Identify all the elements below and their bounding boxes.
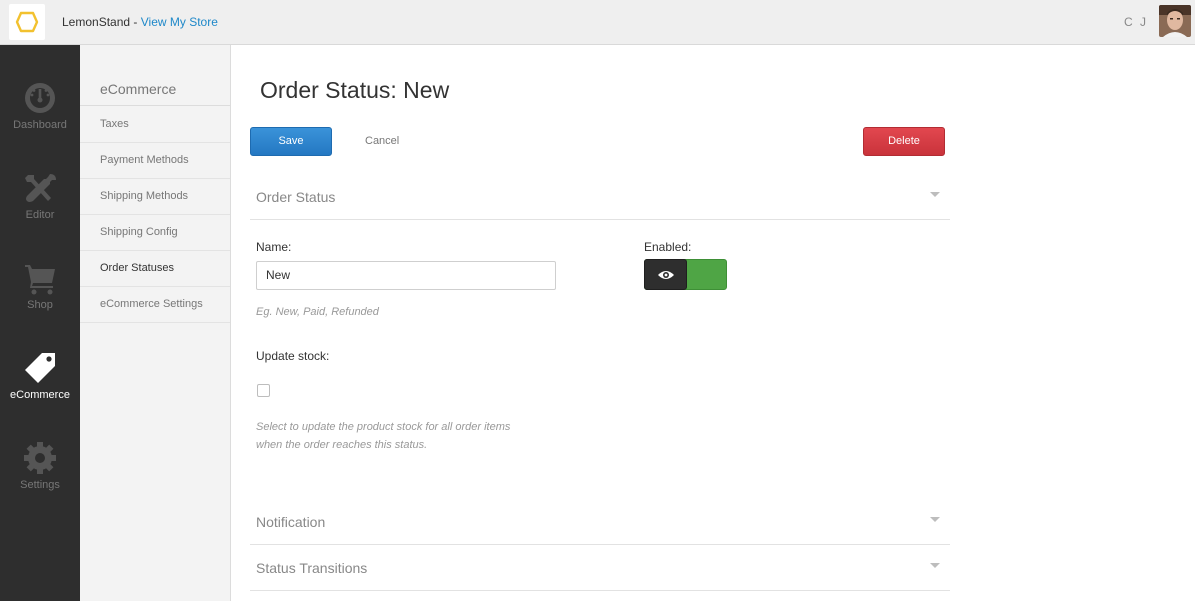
section-notification-header[interactable]: Notification bbox=[250, 499, 950, 545]
tag-icon bbox=[25, 353, 55, 383]
user-photo-icon bbox=[1159, 5, 1191, 37]
section-order-status-header[interactable]: Order Status bbox=[250, 174, 950, 220]
top-bar: LemonStand - View My Store C J bbox=[0, 0, 1195, 45]
nav-item-editor[interactable]: Editor bbox=[0, 171, 80, 241]
toggle-knob bbox=[644, 259, 687, 290]
nav-label-editor: Editor bbox=[25, 209, 55, 221]
brand-separator: - bbox=[130, 15, 141, 29]
brand-area: LemonStand - View My Store bbox=[62, 15, 218, 29]
user-initials[interactable]: C J bbox=[1124, 15, 1148, 29]
subnav-list: Taxes Payment Methods Shipping Methods S… bbox=[80, 107, 230, 323]
subnav-item-order-statuses[interactable]: Order Statuses bbox=[80, 251, 230, 287]
page-title: Order Status: New bbox=[260, 77, 450, 103]
lemon-logo-icon bbox=[15, 11, 39, 33]
gear-icon bbox=[24, 442, 56, 474]
update-stock-hint-line2: when the order reaches this status. bbox=[256, 439, 428, 451]
update-stock-hint: Select to update the product stock for a… bbox=[256, 418, 510, 454]
chevron-down-icon bbox=[930, 563, 940, 568]
nav-item-settings[interactable]: Settings bbox=[0, 441, 80, 511]
nav-item-shop[interactable]: Shop bbox=[0, 261, 80, 331]
brand-name: LemonStand bbox=[62, 15, 131, 29]
avatar[interactable] bbox=[1159, 5, 1191, 37]
tools-icon bbox=[25, 174, 56, 202]
name-label: Name: bbox=[256, 240, 292, 254]
subnav-item-shipping-methods[interactable]: Shipping Methods bbox=[80, 179, 230, 215]
nav-label-dashboard: Dashboard bbox=[13, 119, 67, 131]
nav-label-ecommerce: eCommerce bbox=[10, 389, 70, 401]
section-notification-label: Notification bbox=[256, 514, 326, 530]
lemonstand-logo[interactable] bbox=[9, 4, 45, 40]
name-input[interactable]: New bbox=[256, 261, 556, 290]
subnav-item-taxes[interactable]: Taxes bbox=[80, 107, 230, 143]
cancel-button[interactable]: Cancel bbox=[365, 135, 399, 147]
subnav-item-ecommerce-settings[interactable]: eCommerce Settings bbox=[80, 287, 230, 323]
update-stock-label: Update stock: bbox=[256, 349, 330, 363]
nav-label-shop: Shop bbox=[27, 299, 53, 311]
subnav-title: eCommerce bbox=[100, 81, 177, 97]
section-status-transitions-header[interactable]: Status Transitions bbox=[250, 545, 950, 591]
nav-item-ecommerce[interactable]: eCommerce bbox=[0, 351, 80, 421]
name-hint: Eg. New, Paid, Refunded bbox=[256, 306, 379, 318]
subnav-item-payment-methods[interactable]: Payment Methods bbox=[80, 143, 230, 179]
section-order-status-label: Order Status bbox=[256, 189, 336, 205]
subnav-divider bbox=[80, 105, 230, 106]
nav-label-settings: Settings bbox=[20, 479, 60, 491]
nav-item-dashboard[interactable]: Dashboard bbox=[0, 81, 80, 151]
update-stock-checkbox[interactable] bbox=[257, 384, 270, 397]
delete-button[interactable]: Delete bbox=[863, 127, 945, 156]
main-content: Order Status: New Save Cancel Delete Ord… bbox=[231, 45, 1195, 601]
subnav-item-shipping-config[interactable]: Shipping Config bbox=[80, 215, 230, 251]
save-button[interactable]: Save bbox=[250, 127, 332, 156]
chevron-down-icon bbox=[930, 517, 940, 522]
eye-icon bbox=[657, 270, 674, 279]
update-stock-hint-line1: Select to update the product stock for a… bbox=[256, 421, 511, 433]
enabled-label: Enabled: bbox=[644, 240, 692, 254]
dashboard-gauge-icon bbox=[25, 83, 55, 113]
view-store-link[interactable]: View My Store bbox=[141, 15, 218, 29]
section-status-transitions-label: Status Transitions bbox=[256, 560, 368, 576]
main-navigation: Dashboard Editor Shop eCommerce Settings bbox=[0, 45, 80, 601]
enabled-toggle[interactable] bbox=[644, 259, 727, 290]
ecommerce-subnav: eCommerce Taxes Payment Methods Shipping… bbox=[80, 45, 231, 601]
cart-icon bbox=[25, 265, 55, 295]
chevron-down-icon bbox=[930, 192, 940, 197]
